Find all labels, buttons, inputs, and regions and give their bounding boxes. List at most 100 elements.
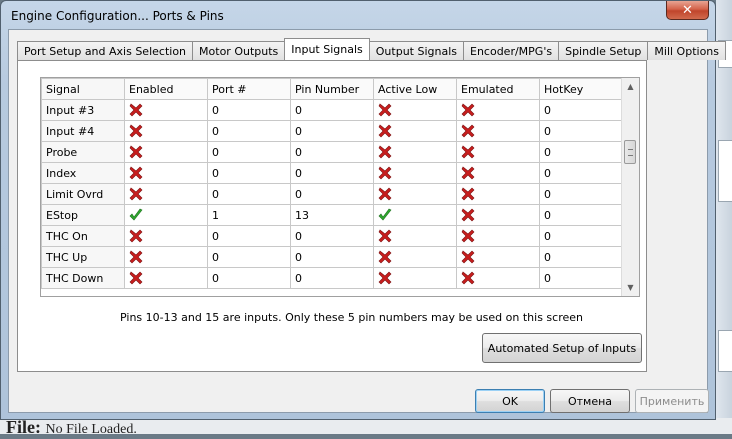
hotkey-cell[interactable]: 0 xyxy=(539,99,624,121)
emulated-cell[interactable] xyxy=(456,225,540,247)
emulated-cell[interactable] xyxy=(456,246,540,268)
emulated-cell[interactable] xyxy=(456,162,540,184)
pin-cell[interactable]: 0 xyxy=(290,267,374,289)
active-low-cell[interactable] xyxy=(373,246,457,268)
hotkey-cell[interactable]: 0 xyxy=(539,267,624,289)
hotkey-cell[interactable]: 0 xyxy=(539,141,624,163)
column-header-active-low[interactable]: Active Low xyxy=(373,78,457,100)
pin-cell[interactable]: 0 xyxy=(290,225,374,247)
emulated-cell[interactable] xyxy=(456,120,540,142)
table-row[interactable]: Input #3 0 0 0 xyxy=(41,99,624,121)
emulated-cell[interactable] xyxy=(456,183,540,205)
emulated-cell[interactable] xyxy=(456,204,540,226)
pin-cell[interactable]: 0 xyxy=(290,99,374,121)
column-header-signal[interactable]: Signal xyxy=(41,78,125,100)
enabled-cell[interactable] xyxy=(124,183,208,205)
status-label: File: xyxy=(6,417,41,437)
scroll-thumb[interactable] xyxy=(624,140,636,164)
x-icon xyxy=(378,145,392,159)
port-cell[interactable]: 0 xyxy=(207,162,291,184)
port-cell[interactable]: 0 xyxy=(207,267,291,289)
table-row[interactable]: Input #4 0 0 0 xyxy=(41,120,624,142)
port-cell[interactable]: 0 xyxy=(207,183,291,205)
tab-strip: Port Setup and Axis Selection Motor Outp… xyxy=(17,38,727,60)
port-cell[interactable]: 0 xyxy=(207,225,291,247)
active-low-cell[interactable] xyxy=(373,204,457,226)
column-header-emulated[interactable]: Emulated xyxy=(456,78,540,100)
table-row[interactable]: EStop 1 13 0 xyxy=(41,204,624,226)
table-row[interactable]: Limit Ovrd 0 0 0 xyxy=(41,183,624,205)
port-cell[interactable]: 0 xyxy=(207,246,291,268)
cancel-button[interactable]: Отмена xyxy=(550,389,630,413)
column-header-enabled[interactable]: Enabled xyxy=(124,78,208,100)
active-low-cell[interactable] xyxy=(373,225,457,247)
table-row[interactable]: THC Down 0 0 0 xyxy=(41,267,624,289)
active-low-cell[interactable] xyxy=(373,267,457,289)
hotkey-cell[interactable]: 0 xyxy=(539,183,624,205)
enabled-cell[interactable] xyxy=(124,204,208,226)
enabled-cell[interactable] xyxy=(124,246,208,268)
port-cell[interactable]: 1 xyxy=(207,204,291,226)
enabled-cell[interactable] xyxy=(124,162,208,184)
active-low-cell[interactable] xyxy=(373,162,457,184)
ok-button[interactable]: OK xyxy=(475,389,545,413)
pins-info-text: Pins 10-13 and 15 are inputs. Only these… xyxy=(120,311,583,324)
hotkey-cell[interactable]: 0 xyxy=(539,120,624,142)
port-cell[interactable]: 0 xyxy=(207,120,291,142)
tab-port-setup[interactable]: Port Setup and Axis Selection xyxy=(17,41,194,60)
active-low-cell[interactable] xyxy=(373,99,457,121)
enabled-cell[interactable] xyxy=(124,267,208,289)
tab-output-signals[interactable]: Output Signals xyxy=(368,41,464,60)
column-header-port[interactable]: Port # xyxy=(207,78,291,100)
scroll-down-button[interactable]: ▼ xyxy=(622,279,639,296)
hotkey-cell[interactable]: 0 xyxy=(539,246,624,268)
input-signals-panel: Signal Enabled Port # Pin Number Active … xyxy=(17,60,647,372)
title-bar[interactable]: Engine Configuration... Ports & Pins ✕ xyxy=(1,1,715,29)
close-button[interactable]: ✕ xyxy=(666,1,709,20)
emulated-cell[interactable] xyxy=(456,141,540,163)
column-header-hotkey[interactable]: HotKey xyxy=(539,78,624,100)
pin-cell[interactable]: 0 xyxy=(290,183,374,205)
hotkey-cell[interactable]: 0 xyxy=(539,225,624,247)
x-icon xyxy=(461,103,475,117)
emulated-cell[interactable] xyxy=(456,267,540,289)
grid-vertical-scrollbar[interactable]: ▲ ▼ xyxy=(621,78,639,296)
column-header-pin-number[interactable]: Pin Number xyxy=(290,78,374,100)
input-signals-grid: Signal Enabled Port # Pin Number Active … xyxy=(40,77,640,297)
port-cell[interactable]: 0 xyxy=(207,141,291,163)
x-icon xyxy=(129,229,143,243)
tab-motor-outputs[interactable]: Motor Outputs xyxy=(192,41,286,60)
tab-input-signals[interactable]: Input Signals xyxy=(284,38,370,60)
table-row[interactable]: Index 0 0 0 xyxy=(41,162,624,184)
pin-cell[interactable]: 0 xyxy=(290,246,374,268)
active-low-cell[interactable] xyxy=(373,183,457,205)
signal-name-cell: Index xyxy=(41,162,125,184)
x-icon xyxy=(378,124,392,138)
hotkey-cell[interactable]: 0 xyxy=(539,162,624,184)
enabled-cell[interactable] xyxy=(124,99,208,121)
hotkey-cell[interactable]: 0 xyxy=(539,204,624,226)
x-icon xyxy=(378,250,392,264)
enabled-cell[interactable] xyxy=(124,120,208,142)
table-row[interactable]: THC On 0 0 0 xyxy=(41,225,624,247)
active-low-cell[interactable] xyxy=(373,141,457,163)
tab-encoder-mpg[interactable]: Encoder/MPG's xyxy=(463,41,560,60)
enabled-cell[interactable] xyxy=(124,225,208,247)
tab-spindle-setup[interactable]: Spindle Setup xyxy=(558,41,649,60)
automated-setup-button[interactable]: Automated Setup of Inputs xyxy=(482,333,642,363)
signal-name-cell: Input #3 xyxy=(41,99,125,121)
table-row[interactable]: THC Up 0 0 0 xyxy=(41,246,624,268)
active-low-cell[interactable] xyxy=(373,120,457,142)
pin-cell[interactable]: 13 xyxy=(290,204,374,226)
emulated-cell[interactable] xyxy=(456,99,540,121)
pin-cell[interactable]: 0 xyxy=(290,162,374,184)
pin-cell[interactable]: 0 xyxy=(290,120,374,142)
scroll-up-button[interactable]: ▲ xyxy=(622,78,639,95)
pin-cell[interactable]: 0 xyxy=(290,141,374,163)
table-row[interactable]: Probe 0 0 0 xyxy=(41,141,624,163)
port-cell[interactable]: 0 xyxy=(207,99,291,121)
x-icon xyxy=(378,229,392,243)
tab-mill-options[interactable]: Mill Options xyxy=(647,41,727,60)
signal-name-cell: EStop xyxy=(41,204,125,226)
enabled-cell[interactable] xyxy=(124,141,208,163)
